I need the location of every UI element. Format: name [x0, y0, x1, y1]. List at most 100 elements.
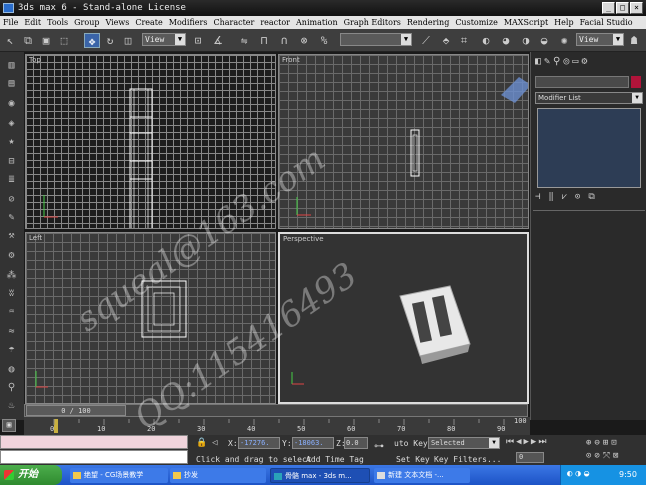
select-arrow-icon[interactable]: ↖ — [2, 33, 18, 48]
star-icon[interactable]: ★ — [3, 134, 20, 149]
task-item[interactable]: 绝望 - CG场景教学 — [70, 468, 168, 483]
paint-icon[interactable]: ◍ — [3, 362, 20, 377]
bucket-icon[interactable]: ♨ — [3, 398, 20, 413]
layer-icon[interactable]: ≣ — [3, 172, 20, 187]
magnet-icon[interactable]: ∩ — [276, 33, 292, 48]
select-by-name-icon[interactable]: ⧉ — [20, 33, 36, 48]
menu-help[interactable]: Help — [554, 18, 573, 27]
menu-reactor[interactable]: reactor — [260, 18, 290, 27]
light-bulb-icon[interactable]: ✺ — [556, 33, 572, 48]
minimize-button[interactable]: _ — [602, 2, 615, 14]
y-coordinate-field[interactable]: -18063. — [292, 437, 334, 449]
modifier-stack[interactable] — [537, 108, 641, 188]
track-bar[interactable]: ▣ 0 10 20 30 40 50 60 70 80 90 100 — [2, 417, 530, 435]
rect-region-icon[interactable]: ▣ — [38, 33, 54, 48]
object-name-field[interactable] — [535, 76, 629, 88]
particle-icon[interactable]: ⁂ — [3, 268, 20, 283]
active-shade-icon[interactable]: ◒ — [536, 33, 552, 48]
water-icon[interactable]: ☂ — [3, 342, 20, 357]
gear-icon[interactable]: ⚙ — [3, 248, 20, 263]
tool-icon[interactable]: ⚒ — [3, 228, 20, 243]
menu-character[interactable]: Character — [213, 18, 254, 27]
hair-icon[interactable]: ʬ — [3, 286, 20, 301]
menu-group[interactable]: Group — [74, 18, 99, 27]
menu-modifiers[interactable]: Modifiers — [169, 18, 208, 27]
object-paint-icon[interactable]: ▥ — [3, 58, 20, 73]
viewport-navigation-controls[interactable]: ⊕⊖⊞⊡ ⊙⊘⤧⊠ — [586, 437, 644, 463]
bone-icon[interactable]: ⊟ — [3, 154, 20, 169]
z-coordinate-field[interactable]: 0.0 — [344, 437, 368, 449]
add-time-tag-button[interactable]: Add Time Tag — [306, 455, 364, 464]
menu-graph-editors[interactable]: Graph Editors — [344, 18, 401, 27]
cloth-icon[interactable]: ♒ — [3, 304, 20, 319]
task-item-active[interactable]: 骨骼 max - 3ds m... — [270, 468, 370, 483]
key-filters-button[interactable]: Key Filters... — [434, 455, 501, 464]
menu-create[interactable]: Create — [135, 18, 162, 27]
select-move-icon[interactable]: ✥ — [84, 33, 100, 48]
teapot-icon[interactable]: ◕ — [498, 33, 514, 48]
task-item[interactable]: 抄发 — [170, 468, 266, 483]
pivot-center-icon[interactable]: ⊡ — [190, 33, 206, 48]
select-rotate-icon[interactable]: ↻ — [102, 33, 118, 48]
sphere-icon[interactable]: ◉ — [3, 96, 20, 111]
menu-rendering[interactable]: Rendering — [407, 18, 449, 27]
wave-icon[interactable]: ≈ — [3, 324, 20, 339]
menu-edit[interactable]: Edit — [24, 18, 41, 27]
menu-file[interactable]: File — [3, 18, 18, 27]
time-slider[interactable]: 0 / 100 — [24, 404, 528, 417]
viewport-front[interactable]: Front — [278, 54, 529, 229]
render-type-dropdown[interactable]: View ▼ — [576, 33, 624, 46]
render-last-icon[interactable]: ☗ — [626, 33, 642, 48]
tray-icons[interactable]: ◐◑◒ — [567, 469, 592, 479]
viewport-left[interactable]: Left — [25, 232, 276, 404]
modifier-list-dropdown[interactable]: Modifier List ▼ — [535, 92, 643, 104]
viewport-perspective[interactable]: Perspective — [278, 232, 529, 404]
lock-icon[interactable]: 🔒 — [196, 438, 207, 448]
auto-key-button[interactable]: uto Key — [394, 439, 428, 448]
mirror-icon[interactable]: ⇋ — [236, 33, 252, 48]
start-button[interactable]: 开始 — [0, 465, 62, 485]
schematic-view-icon[interactable]: ⬘ — [438, 33, 454, 48]
x-coordinate-field[interactable]: -17276. — [238, 437, 280, 449]
menu-animation[interactable]: Animation — [296, 18, 338, 27]
key-icon[interactable]: ⊶ — [374, 441, 384, 452]
material-editor-icon[interactable]: ⌗ — [456, 33, 472, 48]
menu-customize[interactable]: Customize — [455, 18, 498, 27]
snap-toggle-icon[interactable]: ⊗ — [296, 33, 312, 48]
wrench-icon[interactable]: ⊘ — [3, 192, 20, 207]
close-button[interactable]: × — [630, 2, 643, 14]
menu-tools[interactable]: Tools — [47, 18, 68, 27]
maximize-button[interactable]: □ — [616, 2, 629, 14]
lights-icon[interactable]: ◈ — [3, 116, 20, 131]
object-color-swatch[interactable] — [631, 76, 641, 88]
curve-editor-icon[interactable]: ⟋ — [418, 33, 434, 48]
menu-facial-studio[interactable]: Facial Studio — [580, 18, 633, 27]
render-scene-icon[interactable]: ◐ — [478, 33, 494, 48]
percent-snap-icon[interactable]: % — [316, 33, 332, 48]
time-slider-thumb[interactable]: 0 / 100 — [26, 405, 126, 416]
quick-render-icon[interactable]: ◑ — [518, 33, 534, 48]
selection-lock-icon[interactable]: ◁ — [212, 438, 217, 448]
named-selection-dropdown[interactable]: ▼ — [340, 33, 412, 46]
window-crossing-icon[interactable]: ⬚ — [56, 33, 72, 48]
reference-coordinate-dropdown[interactable]: View ▼ — [142, 33, 186, 46]
maxscript-input[interactable] — [0, 450, 188, 464]
angle-snap-icon[interactable]: ∡ — [210, 33, 226, 48]
playback-controls[interactable]: ⏮◀▶▶⏭ — [506, 437, 566, 450]
object-icon[interactable]: ▤ — [3, 76, 20, 91]
brush-icon[interactable]: ✎ — [3, 210, 20, 225]
menu-maxscript[interactable]: MAXScript — [504, 18, 548, 27]
task-item[interactable]: 新建 文本文档 -... — [374, 468, 470, 483]
set-key-button[interactable]: Set Key — [396, 455, 430, 464]
pin-icon[interactable]: ⚲ — [3, 380, 20, 395]
select-scale-icon[interactable]: ◫ — [120, 33, 136, 48]
current-frame-field[interactable]: 0 — [516, 452, 544, 463]
modifier-stack-controls[interactable]: ⊣‖⩗⊙⧉ — [535, 192, 643, 206]
mini-curve-editor-icon[interactable]: ▣ — [2, 419, 16, 432]
key-mode-dropdown[interactable]: Selected ▼ — [428, 437, 500, 449]
command-panel-tabs[interactable]: ◧✎⚲◎▭⚙ — [535, 56, 645, 72]
align-icon[interactable]: ⊓ — [256, 33, 272, 48]
maxscript-listener[interactable] — [0, 435, 188, 449]
menu-views[interactable]: Views — [105, 18, 129, 27]
viewport-top[interactable]: Top — [25, 54, 276, 229]
